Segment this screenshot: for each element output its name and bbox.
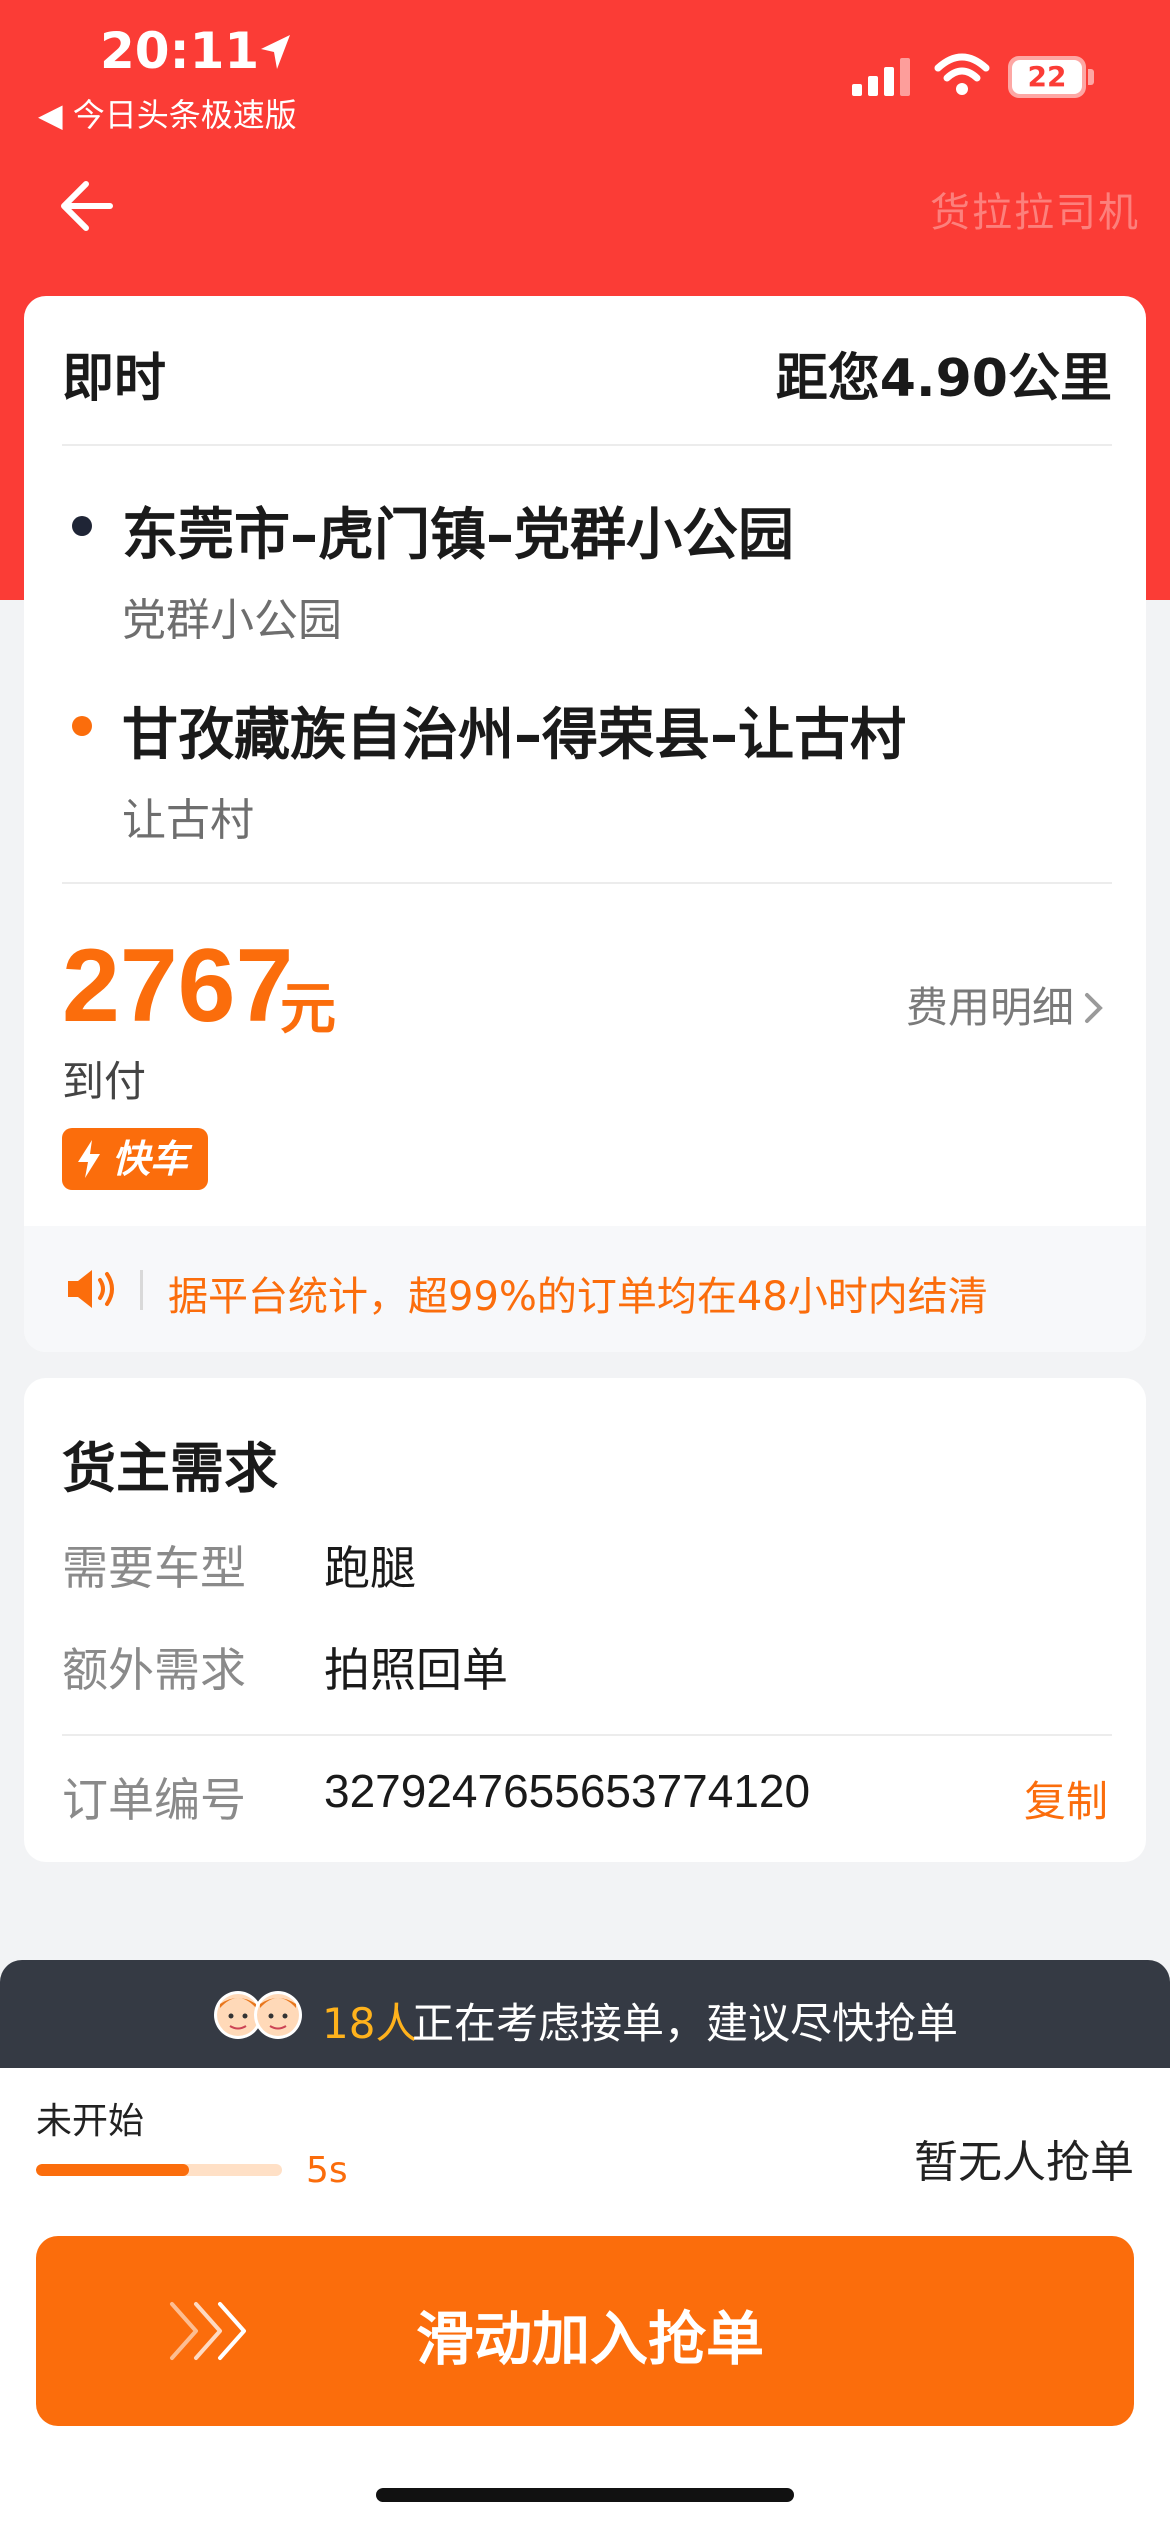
watermark: 货拉拉司机 (930, 190, 1140, 236)
grab-status-label: 未开始 (36, 2101, 145, 2142)
divider (62, 882, 1112, 884)
dropoff-address: 甘孜藏族自治州–得荣县–让古村 (122, 703, 906, 768)
interest-banner: 18人 正在考虑接单，建议尽快抢单 (0, 1960, 1170, 2068)
order-number: 327924765565377412​0 (324, 1765, 811, 1817)
settlement-notice: 据平台统计，超99%的订单均在48小时内结清 (24, 1226, 1146, 1352)
countdown-time: 5s (306, 2150, 348, 2191)
lightning-icon (78, 1140, 100, 1178)
requirements-card: 货主需求 需要车型 跑腿 额外需求 拍照回单 订单编号 327924765565… (24, 1378, 1146, 1862)
pickup-address: 东莞市–虎门镇–党群小公园 (122, 503, 794, 568)
battery-icon: 22 (1008, 56, 1094, 98)
requirements-title: 货主需求 (62, 1437, 278, 1500)
order-type: 即时 (62, 349, 167, 409)
slide-button-label: 滑动加入抢单 (415, 2305, 764, 2373)
back-arrow-icon[interactable] (56, 176, 116, 236)
signal-icon (852, 58, 910, 96)
back-to-app-link[interactable]: ◀ 今日头条极速版 (38, 90, 297, 136)
fee-detail-link[interactable]: 费用明细 (906, 974, 1106, 1035)
notice-text: 据平台统计，超99%的订单均在48小时内结清 (168, 1274, 988, 1320)
countdown-progress (36, 2164, 282, 2176)
dropoff-sub: 让古村 (122, 795, 254, 846)
order-card: 即时 距您4.90公里 东莞市–虎门镇–党群小公园 党群小公园 甘孜藏族自治州–… (24, 296, 1146, 1352)
price-unit: 元 (280, 977, 336, 1042)
copy-button[interactable]: 复制 (1024, 1768, 1108, 1829)
avatar-icon (214, 1991, 302, 2039)
car-type-label: 快车 (112, 1137, 189, 1181)
extra-requirement-label: 额外需求 (62, 1643, 246, 1697)
status-time: 20:11 (100, 22, 260, 80)
speaker-icon (68, 1270, 114, 1308)
fee-detail-label: 费用明细 (905, 983, 1074, 1032)
pickup-sub: 党群小公园 (122, 595, 342, 646)
vehicle-type-label: 需要车型 (62, 1541, 246, 1595)
status-bar: 20:11 ◀ 今日头条极速版 22 (0, 0, 1170, 140)
vehicle-type-value: 跑腿 (324, 1541, 416, 1595)
order-header: 即时 距您4.90公里 (62, 336, 1112, 409)
chevron-right-icon (1085, 993, 1103, 1023)
bottom-panel: 18人 正在考虑接单，建议尽快抢单 未开始 5s 暂无人抢单 滑动加入抢单 (0, 1960, 1170, 2532)
home-indicator[interactable] (376, 2488, 794, 2502)
countdown-progress-fill (36, 2164, 189, 2176)
car-type-tag: 快车 (62, 1128, 208, 1190)
location-arrow-icon (261, 35, 290, 69)
wifi-icon (934, 53, 990, 95)
grab-status: 暂无人抢单 (914, 2137, 1134, 2188)
payment-method: 到付 (62, 1057, 147, 1106)
order-number-label: 订单编号 (62, 1773, 246, 1827)
notice-separator (140, 1270, 143, 1310)
dropoff-dot (72, 716, 92, 736)
battery-level: 22 (1012, 60, 1082, 94)
price-amount: 2767 (62, 928, 294, 1044)
banner-text: 正在考虑接单，建议尽快抢单 (412, 1999, 959, 2048)
distance-label: 距您4.90公里 (775, 349, 1112, 409)
interested-count: 18人 (322, 1999, 418, 2048)
slide-to-grab-button[interactable]: 滑动加入抢单 (36, 2236, 1134, 2426)
extra-requirement-value: 拍照回单 (324, 1643, 508, 1697)
divider (62, 444, 1112, 446)
divider (62, 1734, 1112, 1736)
pickup-dot (72, 516, 92, 536)
